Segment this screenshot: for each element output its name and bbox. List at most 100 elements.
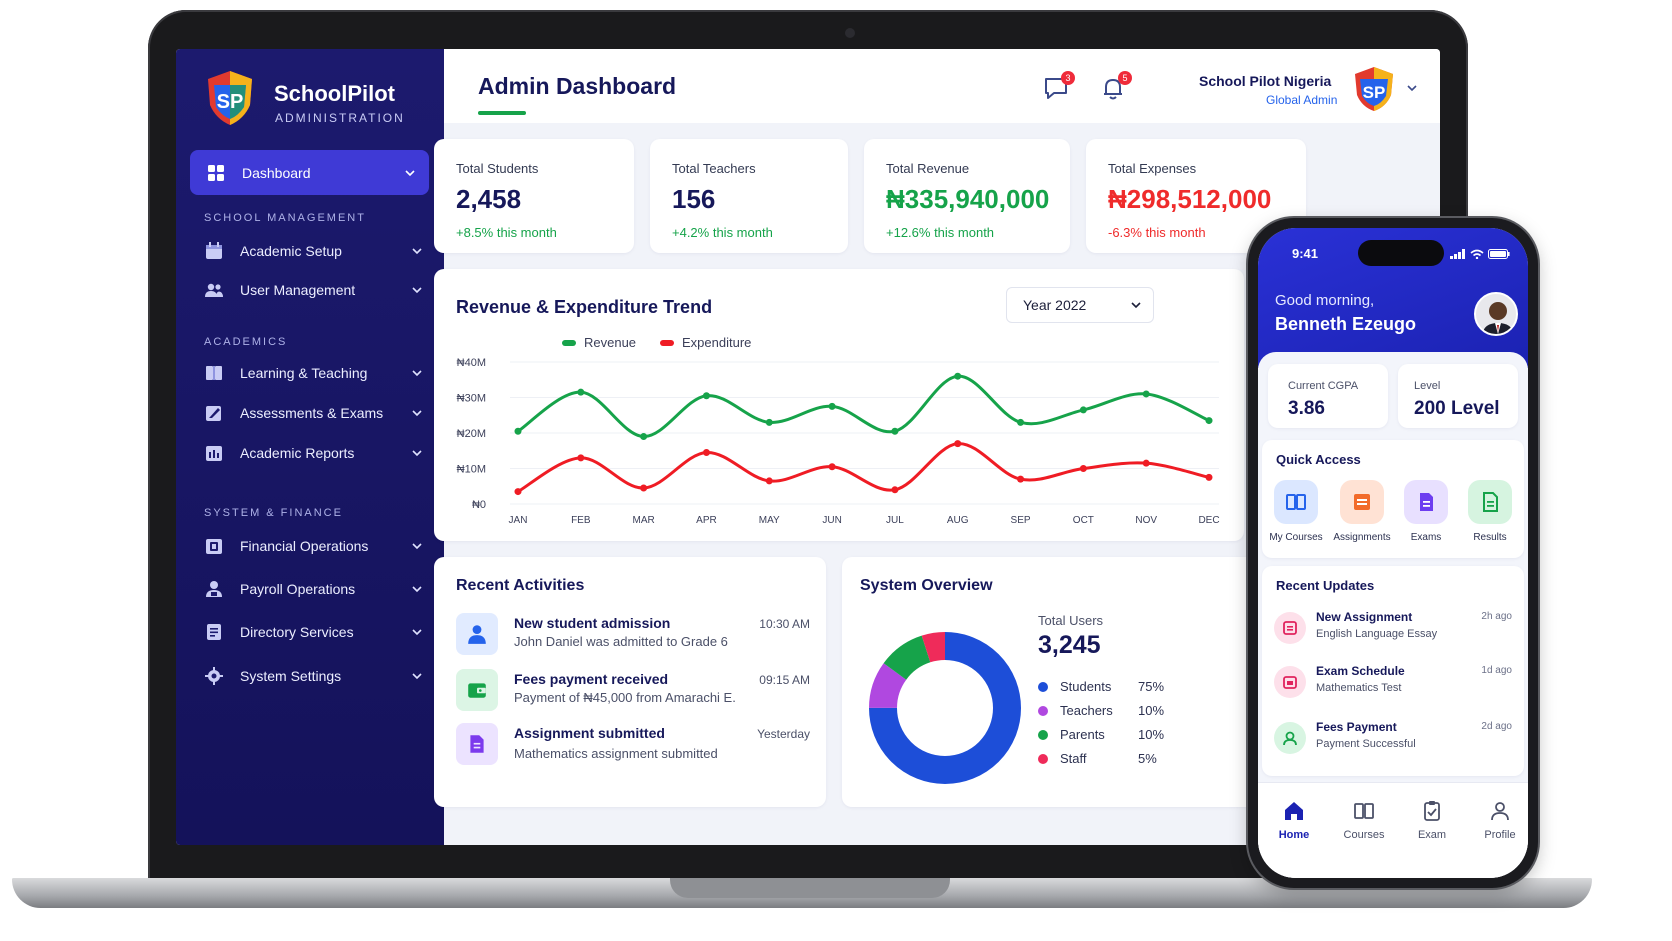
overview-pct: 5%	[1138, 751, 1157, 766]
activity-title: New student admission	[514, 615, 671, 631]
report-icon	[206, 446, 222, 461]
overview-label: Parents	[1060, 727, 1105, 742]
data-point	[1079, 406, 1087, 414]
sidebar-item-learning-teaching[interactable]: Learning & Teaching	[204, 360, 422, 386]
stat-value: ₦298,512,000	[1108, 184, 1272, 214]
stat-delta: +8.5% this month	[456, 225, 557, 240]
sidebar-item-dashboard[interactable]: Dashboard	[190, 150, 429, 195]
data-point	[765, 418, 773, 426]
quick-label: Exams	[1410, 532, 1442, 543]
quick-exams[interactable]: Exams	[1396, 480, 1456, 543]
update-title: Fees Payment	[1316, 720, 1397, 734]
activity-desc: Payment of ₦45,000 from Amarachi E.	[514, 690, 736, 705]
y-tick-label: ₦30M	[457, 393, 486, 405]
dynamic-island	[1358, 240, 1444, 266]
data-point	[828, 402, 836, 410]
sidebar-item-label: Dashboard	[242, 164, 311, 181]
section-title: Recent Activities	[456, 577, 585, 594]
home-icon	[1285, 802, 1303, 820]
stage: SP SchoolPilot ADMINISTRATION Dashboard …	[0, 0, 1672, 941]
x-tick-label: NOV	[1135, 515, 1157, 526]
org-role: Global Admin	[1266, 93, 1338, 107]
update-title: Exam Schedule	[1316, 664, 1405, 678]
org-name: School Pilot Nigeria	[1199, 73, 1332, 89]
activity-desc: John Daniel was admitted to Grade 6	[514, 634, 728, 649]
nav-courses[interactable]: Courses	[1334, 799, 1394, 841]
sidebar-item-user-management[interactable]: User Management	[204, 277, 422, 303]
section-title-academics: ACADEMICS	[204, 336, 288, 348]
data-point	[765, 477, 773, 485]
messages-badge: 3	[1061, 71, 1075, 85]
users-donut-chart	[869, 632, 1021, 784]
data-point	[577, 454, 585, 462]
activity-icon-box	[456, 613, 498, 655]
exam-icon	[1420, 493, 1433, 511]
y-tick-label: ₦10M	[457, 464, 486, 476]
battery-icon	[1488, 249, 1510, 259]
nav-home[interactable]: Home	[1264, 799, 1324, 841]
stat-value: 2,458	[456, 184, 522, 214]
sidebar-item-label: User Management	[240, 282, 356, 298]
activity-desc: Mathematics assignment submitted	[514, 746, 718, 761]
legend-dot	[1038, 753, 1048, 764]
activity-time: Yesterday	[757, 727, 810, 741]
data-point	[891, 427, 899, 435]
notifications-button[interactable]: 5	[1100, 71, 1132, 101]
update-desc: Payment Successful	[1316, 738, 1416, 750]
sidebar-item-payroll-operations[interactable]: Payroll Operations	[204, 576, 422, 602]
overview-row-students: Students 75%	[1038, 679, 1168, 694]
x-tick-label: JAN	[509, 515, 528, 526]
stat-card-revenue: Total Revenue ₦335,940,000 +12.6% this m…	[864, 139, 1070, 253]
quick-my-courses[interactable]: My Courses	[1266, 480, 1326, 543]
quick-results[interactable]: Results	[1460, 480, 1520, 543]
sidebar-item-academic-reports[interactable]: Academic Reports	[204, 440, 422, 466]
messages-button[interactable]: 3	[1043, 71, 1075, 101]
section-title-school-management: SCHOOL MANAGEMENT	[204, 212, 366, 224]
sidebar: SP SchoolPilot ADMINISTRATION Dashboard …	[176, 49, 444, 845]
overview-pct: 10%	[1138, 703, 1165, 718]
svg-text:SP: SP	[217, 91, 244, 113]
activity-icon-box	[456, 669, 498, 711]
svg-text:SP: SP	[1363, 83, 1386, 102]
shield-avatar-icon[interactable]: SP	[1352, 65, 1396, 113]
avatar[interactable]	[1474, 292, 1518, 336]
update-icon-box	[1274, 722, 1306, 754]
profile-icon	[1491, 802, 1509, 821]
data-point	[577, 388, 585, 396]
legend-dot	[1038, 681, 1048, 692]
overview-label: Students	[1060, 679, 1112, 694]
cgpa-label: Current CGPA	[1288, 380, 1359, 392]
quick-assignments[interactable]: Assignments	[1332, 480, 1392, 543]
sidebar-item-financial-operations[interactable]: Financial Operations	[204, 533, 422, 559]
finance-icon	[206, 539, 222, 554]
calendar-icon	[206, 242, 222, 259]
sidebar-item-label: Payroll Operations	[240, 581, 356, 597]
users-icon	[205, 283, 223, 297]
nav-exam[interactable]: Exam	[1402, 799, 1462, 841]
chevron-down-icon[interactable]	[1407, 83, 1417, 93]
clipboard-icon	[1424, 801, 1440, 821]
sidebar-item-assessments-exams[interactable]: Assessments & Exams	[204, 400, 422, 426]
x-tick-label: AUG	[947, 515, 969, 526]
data-point	[954, 372, 962, 380]
x-tick-label: APR	[696, 515, 717, 526]
assignment-icon	[1354, 494, 1370, 510]
document-icon	[470, 735, 484, 753]
sidebar-item-directory-services[interactable]: Directory Services	[204, 619, 422, 645]
book-icon	[1354, 803, 1374, 819]
x-tick-label: JUN	[822, 515, 841, 526]
update-desc: English Language Essay	[1316, 628, 1438, 640]
notifications-badge: 5	[1118, 71, 1132, 85]
legend-dot	[1038, 705, 1048, 716]
recent-updates-title: Recent Updates	[1276, 578, 1375, 593]
logo[interactable]: SP	[204, 69, 256, 127]
quick-access-title: Quick Access	[1276, 452, 1361, 467]
overview-label: Staff	[1060, 751, 1087, 766]
sidebar-item-system-settings[interactable]: System Settings	[204, 663, 422, 689]
update-title: New Assignment	[1316, 610, 1413, 624]
overview-row-staff: Staff 5%	[1038, 751, 1168, 766]
data-point	[891, 486, 899, 494]
sidebar-item-academic-setup[interactable]: Academic Setup	[204, 238, 422, 264]
nav-profile[interactable]: Profile	[1470, 799, 1528, 841]
grid-icon	[208, 164, 224, 181]
